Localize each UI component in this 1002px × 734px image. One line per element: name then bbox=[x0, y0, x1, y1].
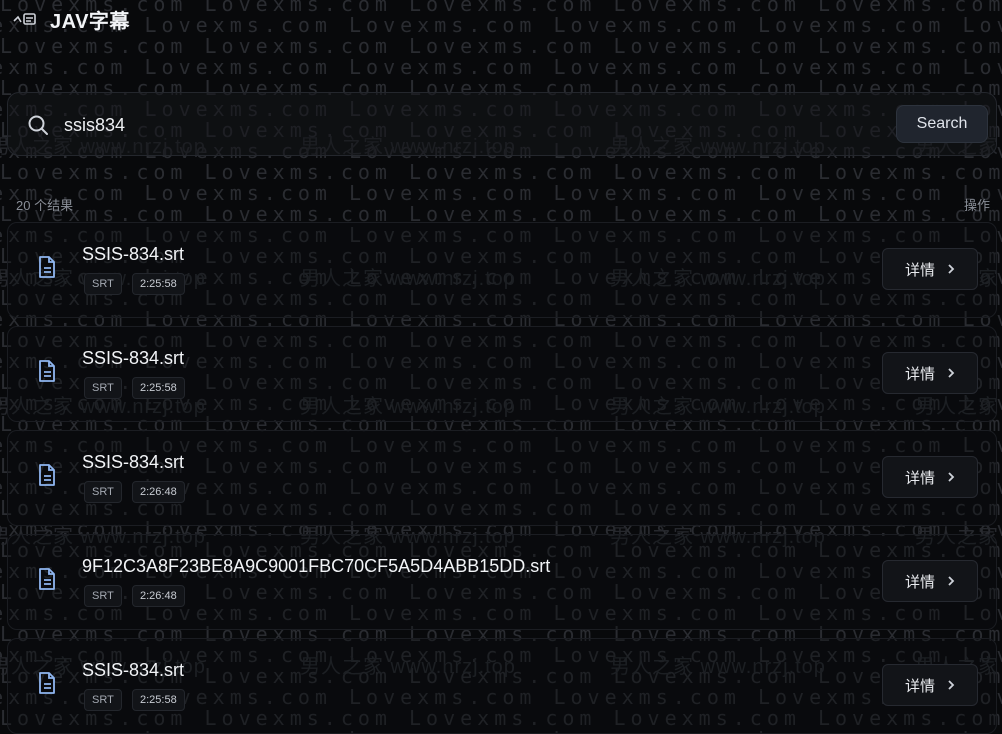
file-name: SSIS-834.srt bbox=[82, 348, 185, 368]
watermark-text: Lovexms.com Lovexms.com Lovexms.com Love… bbox=[0, 160, 1002, 184]
duration-badge: 2:25:58 bbox=[132, 689, 185, 711]
chevron-right-icon bbox=[948, 680, 955, 690]
file-type-badge: SRT bbox=[84, 689, 122, 711]
watermark-text: Lovexms.com Lovexms.com Lovexms.com Love… bbox=[0, 34, 1002, 58]
result-row[interactable]: SSIS-834.srt SRT 2:25:58 详情 bbox=[7, 638, 997, 734]
detail-button-label: 详情 bbox=[904, 261, 935, 279]
file-document-icon bbox=[39, 360, 55, 382]
file-document-icon bbox=[39, 464, 55, 486]
duration-badge: 2:26:48 bbox=[132, 481, 185, 503]
detail-button[interactable]: 详情 bbox=[882, 352, 978, 394]
file-name: SSIS-834.srt bbox=[82, 244, 185, 264]
file-name: SSIS-834.srt bbox=[82, 452, 185, 472]
detail-button[interactable]: 详情 bbox=[882, 664, 978, 706]
duration-badge: 2:25:58 bbox=[132, 273, 185, 295]
chevron-right-icon bbox=[948, 472, 955, 482]
app-logo-icon bbox=[13, 13, 36, 25]
detail-button[interactable]: 详情 bbox=[882, 560, 978, 602]
result-row[interactable]: SSIS-834.srt SRT 2:25:58 详情 bbox=[7, 326, 997, 422]
search-button[interactable]: Search bbox=[896, 105, 988, 143]
file-type-badge: SRT bbox=[84, 273, 122, 295]
watermark-text: Lovexms.com Lovexms.com Lovexms.com Love… bbox=[0, 0, 1002, 16]
chevron-right-icon bbox=[948, 264, 955, 274]
header: JAV字幕 bbox=[12, 6, 130, 33]
chevron-right-icon bbox=[948, 576, 955, 586]
result-row[interactable]: SSIS-834.srt SRT 2:26:48 详情 bbox=[7, 430, 997, 526]
duration-badge: 2:25:58 bbox=[132, 377, 185, 399]
watermark-text: Lovexms.com Lovexms.com Lovexms.com Love… bbox=[0, 13, 1002, 37]
file-name: 9F12C3A8F23BE8A9C9001FBC70CF5A5D4ABB15DD… bbox=[82, 556, 551, 576]
file-type-badge: SRT bbox=[84, 585, 122, 607]
result-row[interactable]: SSIS-834.srt SRT 2:25:58 详情 bbox=[7, 222, 997, 318]
file-document-icon bbox=[39, 568, 55, 590]
detail-button-label: 详情 bbox=[904, 469, 935, 487]
file-type-badge: SRT bbox=[84, 481, 122, 503]
search-input[interactable] bbox=[62, 109, 826, 141]
detail-button-label: 详情 bbox=[904, 677, 935, 695]
file-name: SSIS-834.srt bbox=[82, 660, 185, 680]
watermark-text: Lovexms.com Lovexms.com Lovexms.com Love… bbox=[0, 181, 1002, 205]
search-bar: Search bbox=[7, 92, 997, 156]
duration-badge: 2:26:48 bbox=[132, 585, 185, 607]
results-count: 20 个结果 bbox=[16, 198, 74, 213]
detail-button[interactable]: 详情 bbox=[882, 456, 978, 498]
file-type-badge: SRT bbox=[84, 377, 122, 399]
chevron-right-icon bbox=[948, 368, 955, 378]
result-row[interactable]: 9F12C3A8F23BE8A9C9001FBC70CF5A5D4ABB15DD… bbox=[7, 534, 997, 630]
file-document-icon bbox=[39, 256, 55, 278]
watermark-text: Lovexms.com Lovexms.com Lovexms.com Love… bbox=[0, 55, 1002, 79]
file-document-icon bbox=[39, 672, 55, 694]
detail-button-label: 详情 bbox=[904, 573, 935, 591]
app-title: JAV字幕 bbox=[50, 10, 130, 33]
detail-button-label: 详情 bbox=[904, 365, 935, 383]
search-icon bbox=[28, 115, 48, 135]
detail-button[interactable]: 详情 bbox=[882, 248, 978, 290]
actions-column-header: 操作 bbox=[963, 198, 990, 213]
